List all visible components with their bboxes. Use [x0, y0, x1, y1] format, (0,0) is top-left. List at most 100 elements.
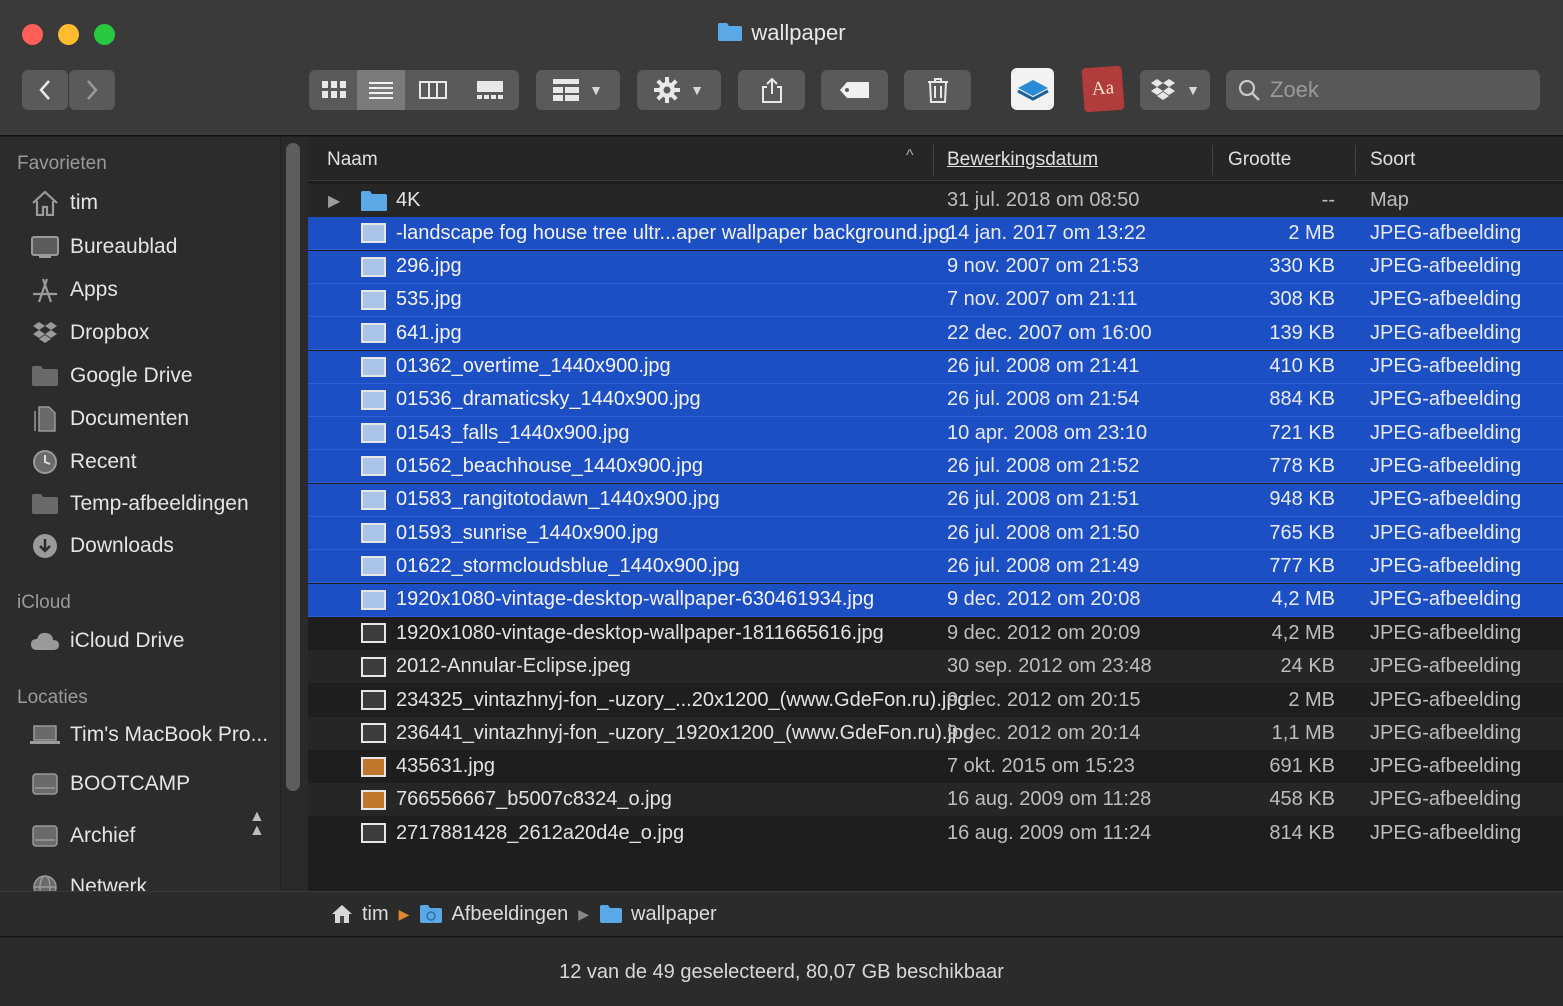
file-size: 691 KB [1269, 755, 1335, 778]
sidebar-item-label: Apps [70, 278, 118, 301]
sidebar-item-temp-afbeeldingen[interactable]: Temp-afbeeldingen [0, 484, 280, 524]
chevron-down-icon: ▼ [1186, 82, 1200, 98]
image-file-icon [361, 423, 386, 444]
search-field[interactable] [1226, 70, 1540, 110]
sidebar-item-label: Documenten [70, 407, 190, 430]
eject-icon[interactable]: ▲ ▲ [249, 809, 265, 839]
sidebar-item-downloads[interactable]: Downloads [0, 526, 280, 566]
file-name: 4K [396, 189, 421, 211]
sidebar-item-archief[interactable]: Archief [0, 816, 280, 856]
file-date: 26 jul. 2008 om 21:54 [947, 388, 1140, 411]
file-name: 01622_stormcloudsblue_1440x900.jpg [396, 554, 740, 577]
sidebar-item-bureaublad[interactable]: Bureaublad [0, 227, 280, 267]
tag-button[interactable] [821, 70, 888, 110]
disclosure-triangle-icon[interactable]: ▶ [328, 191, 340, 211]
trash-button[interactable] [904, 70, 971, 110]
sidebar-scrollbar[interactable] [286, 143, 300, 791]
back-button[interactable] [22, 70, 68, 110]
image-file-icon [361, 589, 386, 610]
sidebar-item-documenten[interactable]: Documenten [0, 399, 280, 439]
table-row[interactable]: 01562_beachhouse_1440x900.jpg 26 jul. 200… [308, 450, 1563, 484]
column-size[interactable]: Grootte [1228, 149, 1291, 171]
column-header: Naam ^ Bewerkingsdatum Grootte Soort [308, 137, 1563, 181]
table-row[interactable]: 296.jpg 9 nov. 2007 om 21:53 330 KB JPEG-af… [308, 250, 1563, 284]
table-row[interactable]: ▶ 4K 31 jul. 2018 om 08:50 -- Map [308, 184, 1563, 217]
file-kind: JPEG-afbeelding [1370, 521, 1522, 544]
file-name: 01593_sunrise_1440x900.jpg [396, 521, 659, 544]
layers-app-button[interactable] [1011, 68, 1054, 110]
table-row[interactable]: -landscape fog house tree ultr...aper wa… [308, 217, 1563, 251]
icon-view-button[interactable] [309, 70, 359, 110]
table-row[interactable]: 1920x1080-vintage-desktop-wallpaper-1811… [308, 617, 1563, 650]
file-name: 435631.jpg [396, 755, 495, 778]
file-date: 26 jul. 2008 om 21:52 [947, 454, 1140, 477]
file-name: 01362_overtime_1440x900.jpg [396, 355, 671, 377]
column-date[interactable]: Bewerkingsdatum [947, 149, 1098, 171]
group-button[interactable]: ▼ [536, 70, 620, 110]
sidebar-item-dropbox[interactable]: Dropbox [0, 313, 280, 353]
path-item-wallpaper[interactable]: wallpaper [599, 903, 717, 926]
image-file-icon [361, 690, 386, 710]
desktop-icon [31, 236, 59, 258]
sidebar-item-icloud-drive[interactable]: iCloud Drive [0, 621, 280, 661]
image-file-icon [361, 256, 386, 277]
table-row[interactable]: 01543_falls_1440x900.jpg 10 apr. 2008 om … [308, 417, 1563, 451]
table-row[interactable]: 535.jpg 7 nov. 2007 om 21:11 308 KB JPEG-af… [308, 283, 1563, 317]
table-row[interactable]: 2717881428_2612a20d4e_o.jpg 16 aug. 2009 … [308, 817, 1563, 850]
table-row[interactable]: 1920x1080-vintage-desktop-wallpaper-6304… [308, 583, 1563, 617]
dictionary-app-button[interactable]: Aa [1081, 65, 1125, 113]
table-row[interactable]: 236441_vintazhnyj-fon_-uzory_1920x1200_(… [308, 716, 1563, 750]
column-kind[interactable]: Soort [1370, 149, 1415, 171]
file-date: 16 aug. 2009 om 11:28 [947, 788, 1152, 811]
sidebar-item-recent[interactable]: Recent [0, 442, 280, 482]
sidebar-item-label: BOOTCAMP [70, 772, 191, 795]
table-row[interactable]: 01536_dramaticsky_1440x900.jpg 26 jul. 20… [308, 383, 1563, 417]
sidebar-item-netwerk[interactable]: Netwerk [0, 867, 280, 891]
table-row[interactable]: 01622_stormcloudsblue_1440x900.jpg 26 jul… [308, 550, 1563, 584]
file-kind: JPEG-afbeelding [1370, 288, 1522, 311]
disk-icon [32, 773, 58, 795]
gallery-view-button[interactable] [461, 70, 519, 110]
file-date: 9 dec. 2012 om 20:09 [947, 621, 1141, 644]
table-row[interactable]: 01593_sunrise_1440x900.jpg 26 jul. 2008 o… [308, 517, 1563, 550]
column-view-button[interactable] [405, 70, 461, 110]
table-row[interactable]: 2012-Annular-Eclipse.jpeg 30 sep. 2012 om… [308, 650, 1563, 684]
dropbox-button[interactable]: ▼ [1140, 70, 1210, 110]
image-file-icon [361, 656, 386, 677]
file-kind: JPEG-afbeelding [1370, 488, 1522, 511]
clock-icon [33, 450, 57, 474]
table-row[interactable]: 01362_overtime_1440x900.jpg 26 jul. 2008 … [308, 350, 1563, 384]
sidebar-header-locaties: Locaties [17, 687, 88, 708]
file-date: 7 nov. 2007 om 21:11 [947, 288, 1138, 311]
file-size: 765 KB [1269, 521, 1335, 544]
action-button[interactable]: ▼ [637, 70, 721, 110]
share-button[interactable] [738, 70, 805, 110]
table-row[interactable]: 234325_vintazhnyj-fon_-uzory_...20x1200_… [308, 684, 1563, 717]
file-size: 24 KB [1280, 655, 1335, 678]
sidebar-header-icloud: iCloud [17, 592, 71, 613]
sidebar-item-bootcamp[interactable]: BOOTCAMP [0, 764, 280, 804]
forward-button[interactable] [69, 70, 115, 110]
sidebar-item-macbook[interactable]: Tim's MacBook Pro... [0, 715, 280, 755]
column-name[interactable]: Naam [327, 149, 378, 171]
table-row[interactable]: 766556667_b5007c8324_o.jpg 16 aug. 2009 o… [308, 783, 1563, 817]
search-input[interactable] [1270, 77, 1530, 103]
file-size: 308 KB [1269, 288, 1335, 311]
table-row[interactable]: 01583_rangitotodawn_1440x900.jpg 26 jul. … [308, 483, 1563, 517]
file-kind: JPEG-afbeelding [1370, 688, 1522, 711]
file-kind: JPEG-afbeelding [1370, 454, 1522, 477]
table-row[interactable]: 641.jpg 22 dec. 2007 om 16:00 139 KB JPEG-a… [308, 317, 1563, 351]
table-row[interactable]: 435631.jpg 7 okt. 2015 om 15:23 691 KB JPEG… [308, 750, 1563, 783]
status-bar: 12 van de 49 geselecteerd, 80,07 GB besc… [0, 938, 1563, 1006]
file-size: 814 KB [1269, 821, 1335, 844]
sidebar-item-apps[interactable]: Apps [0, 270, 280, 310]
path-item-tim[interactable]: tim [330, 903, 389, 926]
folder-icon [600, 905, 623, 923]
folder-icon [32, 366, 58, 386]
path-item-afbeeldingen[interactable]: Afbeeldingen [419, 903, 568, 926]
chevron-down-icon: ▼ [690, 82, 704, 98]
list-view-button[interactable] [357, 70, 405, 110]
image-file-icon [361, 723, 386, 744]
sidebar-item-google-drive[interactable]: Google Drive [0, 356, 280, 396]
sidebar-item-tim[interactable]: tim [0, 183, 280, 223]
